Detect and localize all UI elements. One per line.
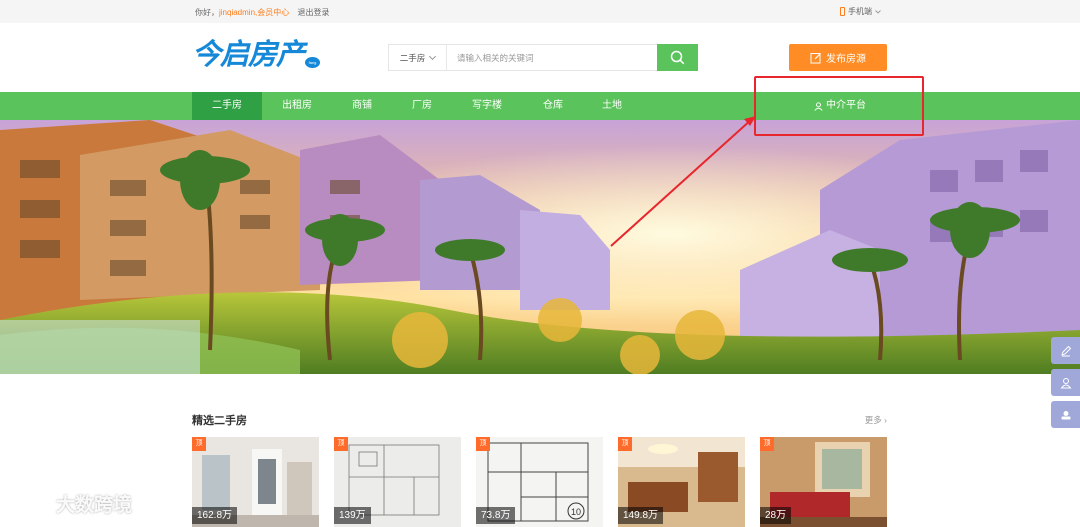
chevron-down-icon <box>429 52 437 60</box>
more-label: 更多 <box>864 415 882 425</box>
top-badge: 顶 <box>618 437 632 451</box>
svg-text:10: 10 <box>571 507 581 517</box>
search-icon <box>670 50 685 65</box>
site-logo[interactable]: 今启房产 fang <box>192 38 321 72</box>
nav-item-office[interactable]: 写字楼 <box>458 92 516 120</box>
user-greeting: 你好，jinqiadmin,会员中心 退出登录 <box>195 7 330 18</box>
search-bar: 二手房 <box>388 44 698 71</box>
banner-image <box>0 120 1080 374</box>
listing-card[interactable]: 顶 149.8万 <box>618 437 745 527</box>
listing-price: 139万 <box>334 507 371 524</box>
watermark-text: 大数跨境 <box>56 495 133 516</box>
agent-platform-link[interactable]: 中介平台 <box>800 92 880 120</box>
search-input[interactable] <box>447 45 657 70</box>
logo-bubble: fang <box>305 57 321 68</box>
more-link[interactable]: 更多 › <box>865 414 887 426</box>
nav-item-land[interactable]: 土地 <box>586 92 638 120</box>
pencil-icon <box>1060 345 1071 356</box>
section-title: 精选二手房 <box>192 415 247 427</box>
side-edit-button[interactable] <box>1051 337 1080 364</box>
side-toolbar <box>1051 337 1080 433</box>
listing-card[interactable]: 顶 28万 <box>760 437 887 527</box>
nav-item-rental[interactable]: 出租房 <box>268 92 326 120</box>
top-badge: 顶 <box>476 437 490 451</box>
user-icon <box>1059 377 1072 388</box>
edit-icon <box>810 52 821 63</box>
watermark-logo-icon <box>11 494 50 513</box>
search-type-value: 二手房 <box>399 52 426 63</box>
listing-card[interactable]: 顶 139万 <box>334 437 461 527</box>
mobile-site-link[interactable]: 手机端 <box>840 6 881 17</box>
listing-card[interactable]: 顶 162.8万 <box>192 437 319 527</box>
listing-card[interactable]: 10 顶 73.8万 <box>476 437 603 527</box>
mobile-label: 手机端 <box>848 7 872 16</box>
user-icon <box>814 101 823 111</box>
search-type-select[interactable]: 二手房 <box>389 45 447 70</box>
search-button[interactable] <box>657 44 698 71</box>
side-user-button[interactable] <box>1051 369 1080 396</box>
service-icon <box>1061 410 1070 419</box>
username-link[interactable]: jinqiadmin <box>219 8 255 17</box>
listing-price: 28万 <box>760 507 792 524</box>
watermark: 大数跨境 <box>10 490 132 517</box>
chevron-down-icon <box>875 9 881 14</box>
logo-text: 今启房产 <box>192 39 305 71</box>
top-bar: 你好，jinqiadmin,会员中心 退出登录 手机端 <box>0 0 1080 23</box>
greeting-text: 你好， <box>195 8 219 17</box>
side-service-button[interactable] <box>1051 401 1080 428</box>
top-badge: 顶 <box>192 437 206 451</box>
publish-label: 发布房源 <box>826 54 866 65</box>
header: 今启房产 fang 二手房 发布房源 <box>0 23 1080 92</box>
top-badge: 顶 <box>760 437 774 451</box>
agent-platform-label: 中介平台 <box>826 100 866 111</box>
main-nav: 二手房 出租房 商铺 厂房 写字楼 仓库 土地 中介平台 <box>0 92 1080 120</box>
nav-item-shops[interactable]: 商铺 <box>336 92 388 120</box>
member-center-link[interactable]: 会员中心 <box>257 8 289 17</box>
listing-price: 73.8万 <box>476 507 516 524</box>
listing-price: 149.8万 <box>618 507 664 524</box>
listing-price: 162.8万 <box>192 507 238 524</box>
nav-item-warehouse[interactable]: 仓库 <box>527 92 579 120</box>
top-badge: 顶 <box>334 437 348 451</box>
listing-cards: 顶 162.8万 顶 139万 10 顶 73.8万 顶 149.8万 顶 28… <box>192 437 892 527</box>
hero-banner[interactable] <box>0 120 1080 374</box>
logout-link[interactable]: 退出登录 <box>298 8 330 17</box>
featured-secondhand-section: 精选二手房 更多 › <box>192 412 887 428</box>
phone-icon <box>840 7 845 16</box>
nav-item-secondhand[interactable]: 二手房 <box>192 92 262 120</box>
nav-item-factory[interactable]: 厂房 <box>396 92 448 120</box>
publish-listing-button[interactable]: 发布房源 <box>789 44 887 71</box>
